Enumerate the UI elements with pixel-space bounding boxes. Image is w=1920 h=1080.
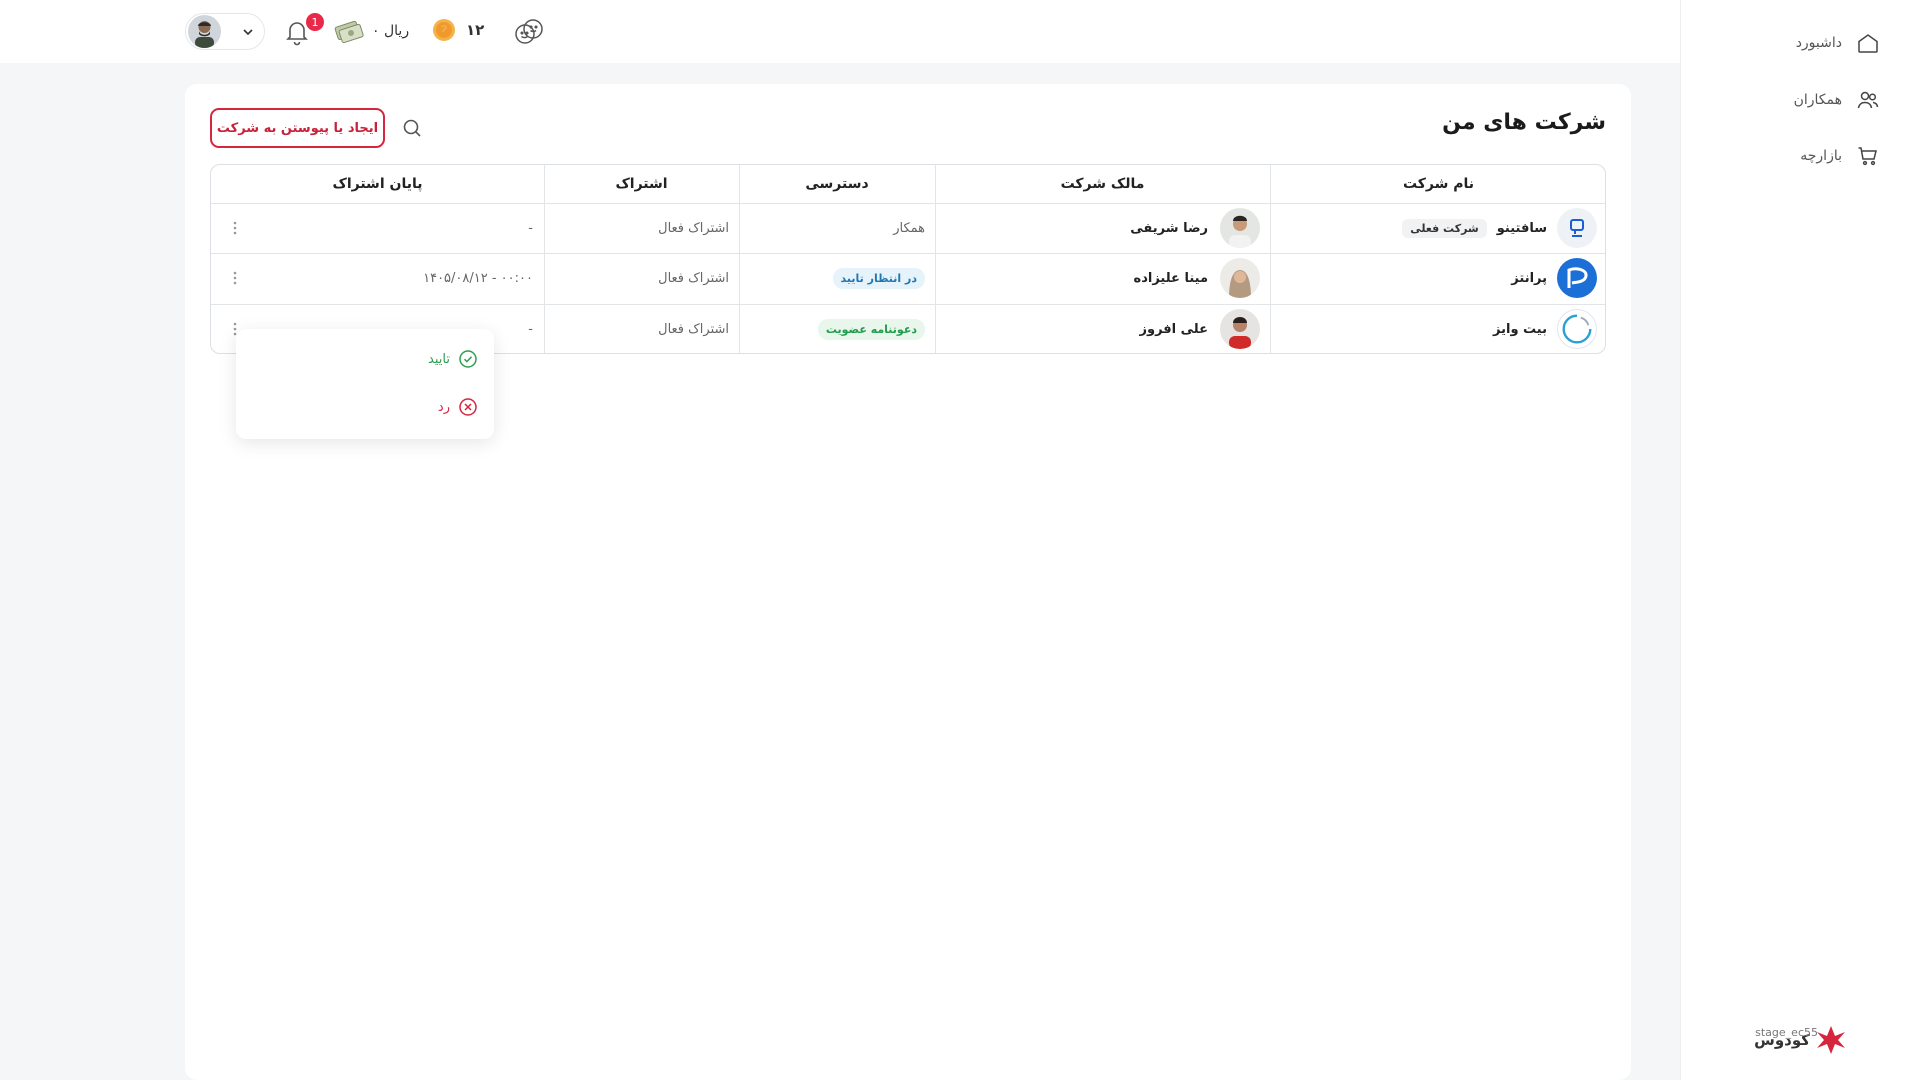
company-name: بیت وایز: [1493, 321, 1547, 337]
reject-label: رد: [437, 399, 450, 415]
page-title: شرکت های من: [1442, 110, 1606, 135]
reject-menu-item[interactable]: رد: [438, 394, 478, 420]
sidebar-item-marketplace[interactable]: بازارچه: [1710, 142, 1880, 170]
mood-icon[interactable]: [513, 17, 545, 47]
sidebar-item-colleagues[interactable]: همکاران: [1710, 86, 1880, 114]
sidebar-item-label: بازارچه: [1800, 148, 1842, 164]
approve-menu-item[interactable]: تایید: [428, 346, 478, 372]
column-header-access: دسترسی: [805, 176, 869, 192]
approve-label: تایید: [428, 351, 450, 367]
subscription-value: اشتراک فعال: [658, 270, 729, 286]
table-row-company[interactable]: سافتینو شرکت فعلی: [1402, 203, 1597, 253]
current-company-badge: شرکت فعلی: [1402, 218, 1487, 238]
table-row-owner: رضا شریفی: [1130, 203, 1260, 253]
sidebar-item-dashboard[interactable]: داشبورد: [1710, 29, 1880, 57]
membership-invite-badge: دعوتنامه عضویت: [817, 318, 925, 340]
owner-name: علی افروز: [1139, 321, 1209, 337]
avatar: [188, 15, 221, 48]
sidebar-item-label: داشبورد: [1795, 35, 1842, 51]
access-value: همکار: [893, 220, 925, 236]
home-icon: [1858, 34, 1878, 53]
check-circle-icon: [459, 350, 477, 368]
column-header-end: پایان اشتراک: [332, 176, 423, 192]
end-date-value: ۱۴۰۵/۰۸/۱۲ - ۰۰:۰۰: [423, 270, 533, 286]
owner-name: رضا شریفی: [1130, 220, 1208, 236]
subscription-value: اشتراک فعال: [658, 321, 729, 337]
column-header-subscription: اشتراک: [615, 176, 668, 192]
companies-card: شرکت های من ایجاد یا پیوستن به شرکت پایا…: [185, 84, 1631, 1080]
end-date-value: -: [528, 321, 533, 337]
access-value: دعوتنامه عضویت: [817, 304, 925, 353]
coins-count: ۱۲: [466, 21, 485, 39]
table-row-company[interactable]: بیت وایز: [1493, 304, 1597, 353]
wallet-text: ۰ ریال: [372, 23, 410, 39]
money-icon: [334, 20, 364, 44]
table-row-company[interactable]: پرانتز: [1511, 253, 1597, 303]
row-actions-button[interactable]: [227, 268, 243, 288]
search-icon[interactable]: [401, 117, 423, 139]
avatar: [1220, 258, 1260, 298]
company-name: پرانتز: [1511, 270, 1547, 286]
top-header: 1 ۰ ریال ۱۲: [0, 0, 1680, 63]
column-header-owner: مالک شرکت: [1060, 176, 1145, 192]
subscription-value: اشتراک فعال: [658, 220, 729, 236]
company-logo: [1557, 258, 1597, 298]
close-circle-icon: [459, 398, 477, 416]
row-actions-button[interactable]: [227, 218, 243, 238]
coin-balance[interactable]: ۱۲: [432, 18, 484, 42]
kebab-icon: [233, 271, 237, 285]
company-logo: [1557, 309, 1597, 349]
create-or-join-company-button[interactable]: ایجاد یا پیوستن به شرکت: [210, 108, 385, 148]
table-row-owner: علی افروز: [1139, 304, 1260, 353]
company-name: سافتینو: [1496, 220, 1547, 236]
brand-mark-icon: [1817, 1026, 1845, 1054]
table-row-owner: مینا علیزاده: [1134, 253, 1260, 303]
cart-icon: [1858, 147, 1877, 166]
sidebar: داشبورد همکاران بازارچه کودوس stage_ec55: [1680, 0, 1920, 1080]
companies-table: پایان اشتراک اشتراک دسترسی مالک شرکت نام…: [210, 164, 1606, 354]
column-header-company: نام شرکت: [1402, 176, 1475, 192]
avatar: [1220, 208, 1260, 248]
end-date-value: -: [528, 220, 533, 236]
user-menu[interactable]: [185, 13, 265, 50]
owner-name: مینا علیزاده: [1133, 270, 1208, 286]
users-icon: [1857, 91, 1879, 109]
company-logo: [1557, 208, 1597, 248]
wallet-balance[interactable]: ۰ ریال: [334, 18, 409, 44]
coin-icon: [433, 19, 455, 41]
notification-badge: 1: [306, 13, 324, 31]
access-value: در انتظار تایید: [832, 253, 925, 303]
row-actions-menu: تایید رد: [236, 329, 494, 439]
chevron-down-icon: [243, 28, 253, 35]
pending-approval-badge: در انتظار تایید: [832, 267, 925, 289]
avatar: [1220, 309, 1260, 349]
sidebar-item-label: همکاران: [1793, 92, 1842, 108]
kebab-icon: [233, 221, 237, 235]
brand-logo: کودوس stage_ec55: [1754, 1022, 1848, 1058]
brand-stage: stage_ec55: [1755, 1026, 1818, 1039]
